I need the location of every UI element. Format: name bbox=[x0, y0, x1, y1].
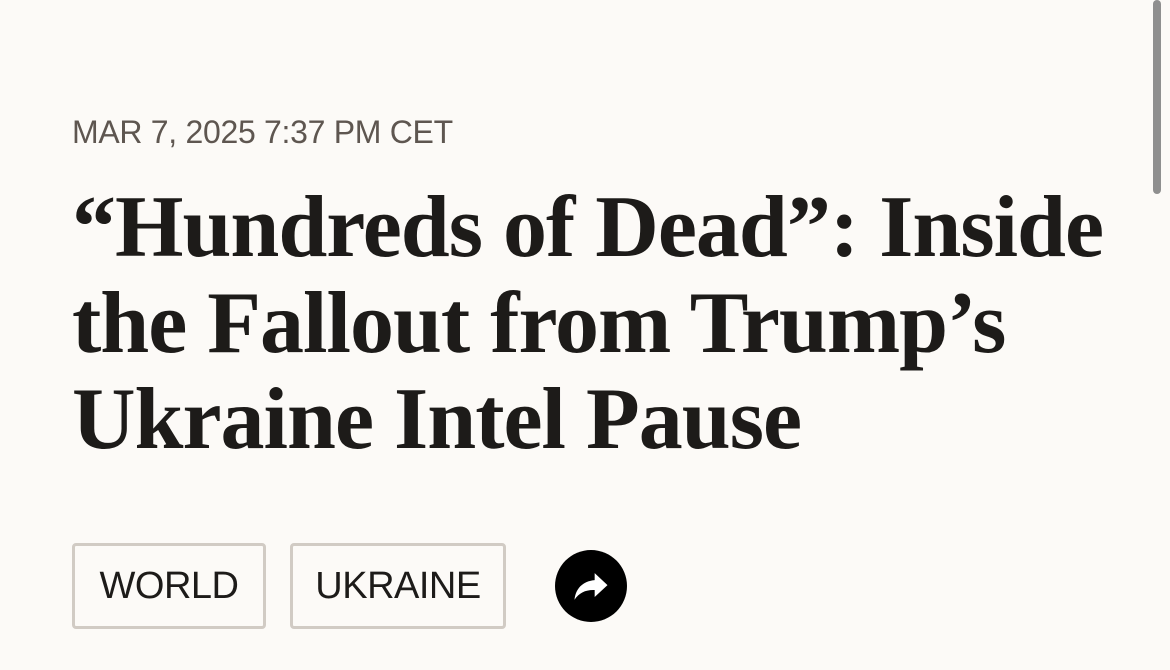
tag-ukraine-button[interactable]: UKRAINE bbox=[290, 543, 506, 629]
article-timestamp: MAR 7, 2025 7:37 PM CET bbox=[72, 114, 453, 150]
tag-bar: WORLD UKRAINE bbox=[72, 543, 627, 629]
article-headline: “Hundreds of Dead”: Inside the Fallout f… bbox=[72, 179, 1104, 468]
tag-world-button[interactable]: WORLD bbox=[72, 543, 266, 629]
scrollbar-thumb[interactable] bbox=[1153, 0, 1161, 194]
article-header: MAR 7, 2025 7:37 PM CET “Hundreds of Dea… bbox=[0, 0, 1170, 670]
share-button[interactable] bbox=[555, 550, 627, 622]
share-arrow-icon bbox=[574, 573, 608, 600]
